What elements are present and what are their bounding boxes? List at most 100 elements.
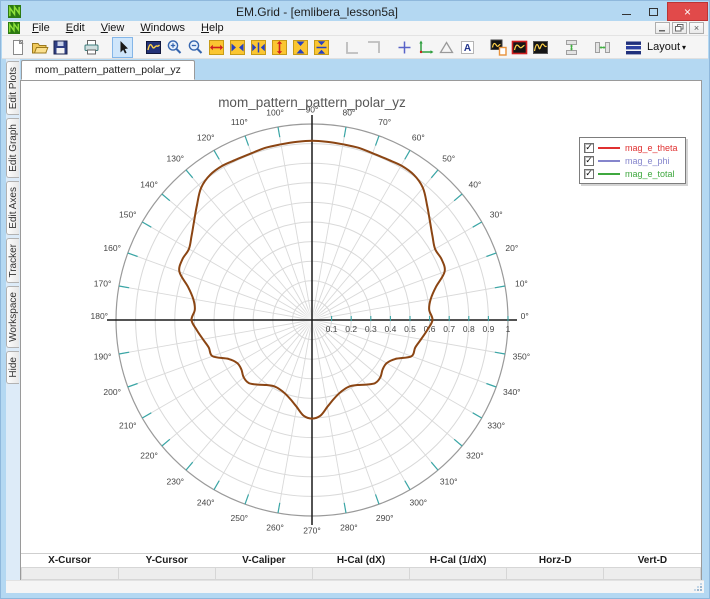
main-area: Edit Plots Edit Graph Edit Axes Tracker …	[2, 59, 708, 580]
svg-text:mom_pattern_pattern_polar_yz: mom_pattern_pattern_polar_yz	[218, 95, 406, 110]
maximize-button[interactable]	[640, 2, 667, 21]
svg-text:0.5: 0.5	[404, 324, 416, 334]
v-compress-button[interactable]	[290, 37, 311, 58]
frame-corner1-button[interactable]	[342, 37, 363, 58]
svg-text:0.3: 0.3	[365, 324, 377, 334]
sidebar-tab-hide[interactable]: Hide	[6, 351, 19, 384]
status-bar	[6, 580, 704, 593]
svg-text:300°: 300°	[410, 498, 428, 508]
layout-button[interactable]	[623, 37, 644, 58]
svg-text:350°: 350°	[513, 352, 531, 362]
v-distribute-button[interactable]	[561, 37, 582, 58]
readout-value-cell	[216, 567, 313, 580]
zoom-out-button[interactable]	[185, 37, 206, 58]
svg-text:70°: 70°	[378, 117, 391, 127]
axes-marker-button[interactable]	[415, 37, 436, 58]
readout-header-horz-d: Horz-D	[507, 555, 604, 566]
menu-help[interactable]: Help	[193, 21, 232, 35]
svg-text:150°: 150°	[119, 210, 137, 220]
legend-checkbox[interactable]: ✓	[584, 156, 594, 166]
menu-file[interactable]: File	[24, 21, 58, 35]
legend-label: mag_e_phi	[625, 156, 670, 166]
svg-text:40°: 40°	[468, 180, 481, 190]
legend-checkbox[interactable]: ✓	[584, 169, 594, 179]
svg-text:110°: 110°	[231, 117, 248, 127]
svg-text:0°: 0°	[521, 311, 529, 321]
svg-text:0.9: 0.9	[482, 324, 494, 334]
menu-edit[interactable]: Edit	[58, 21, 93, 35]
layout-dropdown-label[interactable]: Layout	[647, 41, 680, 53]
mdi-restore-button[interactable]	[672, 22, 687, 34]
sidebar-tab-tracker[interactable]: Tracker	[6, 238, 19, 284]
legend-item: ✓ mag_e_phi	[584, 154, 678, 167]
axes-icon	[416, 38, 435, 57]
frame-corner2-button[interactable]	[363, 37, 384, 58]
app-logo-icon	[8, 5, 21, 18]
sidebar-tab-edit-plots[interactable]: Edit Plots	[6, 61, 19, 115]
close-icon: ×	[684, 5, 691, 19]
svg-text:200°: 200°	[103, 387, 121, 397]
triangle-icon	[437, 38, 456, 57]
document-tab-active[interactable]: mom_pattern_pattern_polar_yz	[21, 60, 195, 80]
zoom-in-button[interactable]	[164, 37, 185, 58]
minimize-button[interactable]	[613, 2, 640, 21]
h-fit-icon	[249, 38, 268, 57]
svg-text:20°: 20°	[505, 243, 518, 253]
new-file-button[interactable]	[8, 37, 29, 58]
svg-text:60°: 60°	[412, 133, 425, 143]
sidebar-tab-workspace[interactable]: Workspace	[6, 286, 19, 348]
frame-corner1-icon	[343, 38, 362, 57]
plot-wave-button[interactable]	[143, 37, 164, 58]
maximize-icon	[649, 8, 658, 16]
sidebar-tab-edit-graph[interactable]: Edit Graph	[6, 118, 19, 178]
save-button[interactable]	[50, 37, 71, 58]
readout-value-cell	[604, 567, 701, 580]
close-button[interactable]: ×	[667, 2, 708, 21]
all-plots-button[interactable]	[530, 37, 551, 58]
mdi-minimize-button[interactable]	[655, 22, 670, 34]
svg-text:0.1: 0.1	[326, 324, 338, 334]
legend-line-sample	[598, 173, 620, 175]
select-cursor-button[interactable]	[112, 37, 133, 58]
mdi-close-icon: ×	[694, 24, 699, 33]
new-plot-icon	[489, 38, 508, 57]
triangle-marker-button[interactable]	[436, 37, 457, 58]
h-distribute-button[interactable]	[592, 37, 613, 58]
sidebar-tab-edit-axes[interactable]: Edit Axes	[6, 181, 19, 235]
h-stretch-button[interactable]	[206, 37, 227, 58]
open-file-button[interactable]	[29, 37, 50, 58]
h-stretch-icon	[207, 38, 226, 57]
document-tab-strip: mom_pattern_pattern_polar_yz	[20, 59, 704, 80]
plot-panel: 0.10.20.30.40.50.60.70.80.910°10°20°30°4…	[20, 80, 702, 580]
cursor-readout-bar: X-Cursor Y-Cursor V-Caliper H-Cal (dX) H…	[21, 553, 701, 579]
legend-checkbox[interactable]: ✓	[584, 143, 594, 153]
mdi-client: mom_pattern_pattern_polar_yz 0.1 0.2 0.3 0.…	[20, 59, 704, 580]
new-plot-button[interactable]	[488, 37, 509, 58]
svg-text:280°: 280°	[340, 523, 358, 533]
active-plot-button[interactable]	[509, 37, 530, 58]
readout-header-h-cal-1dx: H-Cal (1/dX)	[410, 555, 507, 566]
legend: ✓ mag_e_theta ✓ mag_e_phi ✓ mag_e_total	[579, 137, 686, 184]
svg-text:340°: 340°	[503, 387, 521, 397]
readout-header-x-cursor: X-Cursor	[21, 555, 118, 566]
h-compress-button[interactable]	[227, 37, 248, 58]
svg-text:210°: 210°	[119, 420, 137, 430]
v-stretch-button[interactable]	[269, 37, 290, 58]
readout-header-y-cursor: Y-Cursor	[118, 555, 215, 566]
open-file-icon	[30, 38, 49, 57]
crosshair-button[interactable]	[394, 37, 415, 58]
v-stretch-icon	[270, 38, 289, 57]
h-fit-button[interactable]	[248, 37, 269, 58]
text-label-button[interactable]: A	[457, 37, 478, 58]
mdi-window-controls: ×	[655, 22, 704, 34]
resize-grip-icon[interactable]	[692, 581, 703, 592]
svg-text:330°: 330°	[487, 420, 505, 430]
mdi-close-button[interactable]: ×	[689, 22, 704, 34]
app-window: EM.Grid - [emlibera_lesson5a] × File Edi…	[0, 0, 710, 599]
print-button[interactable]	[81, 37, 102, 58]
readout-value-cell	[313, 567, 410, 580]
svg-text:0.2: 0.2	[345, 324, 357, 334]
v-fit-button[interactable]	[311, 37, 332, 58]
menu-windows[interactable]: Windows	[132, 21, 193, 35]
menu-view[interactable]: View	[93, 21, 133, 35]
